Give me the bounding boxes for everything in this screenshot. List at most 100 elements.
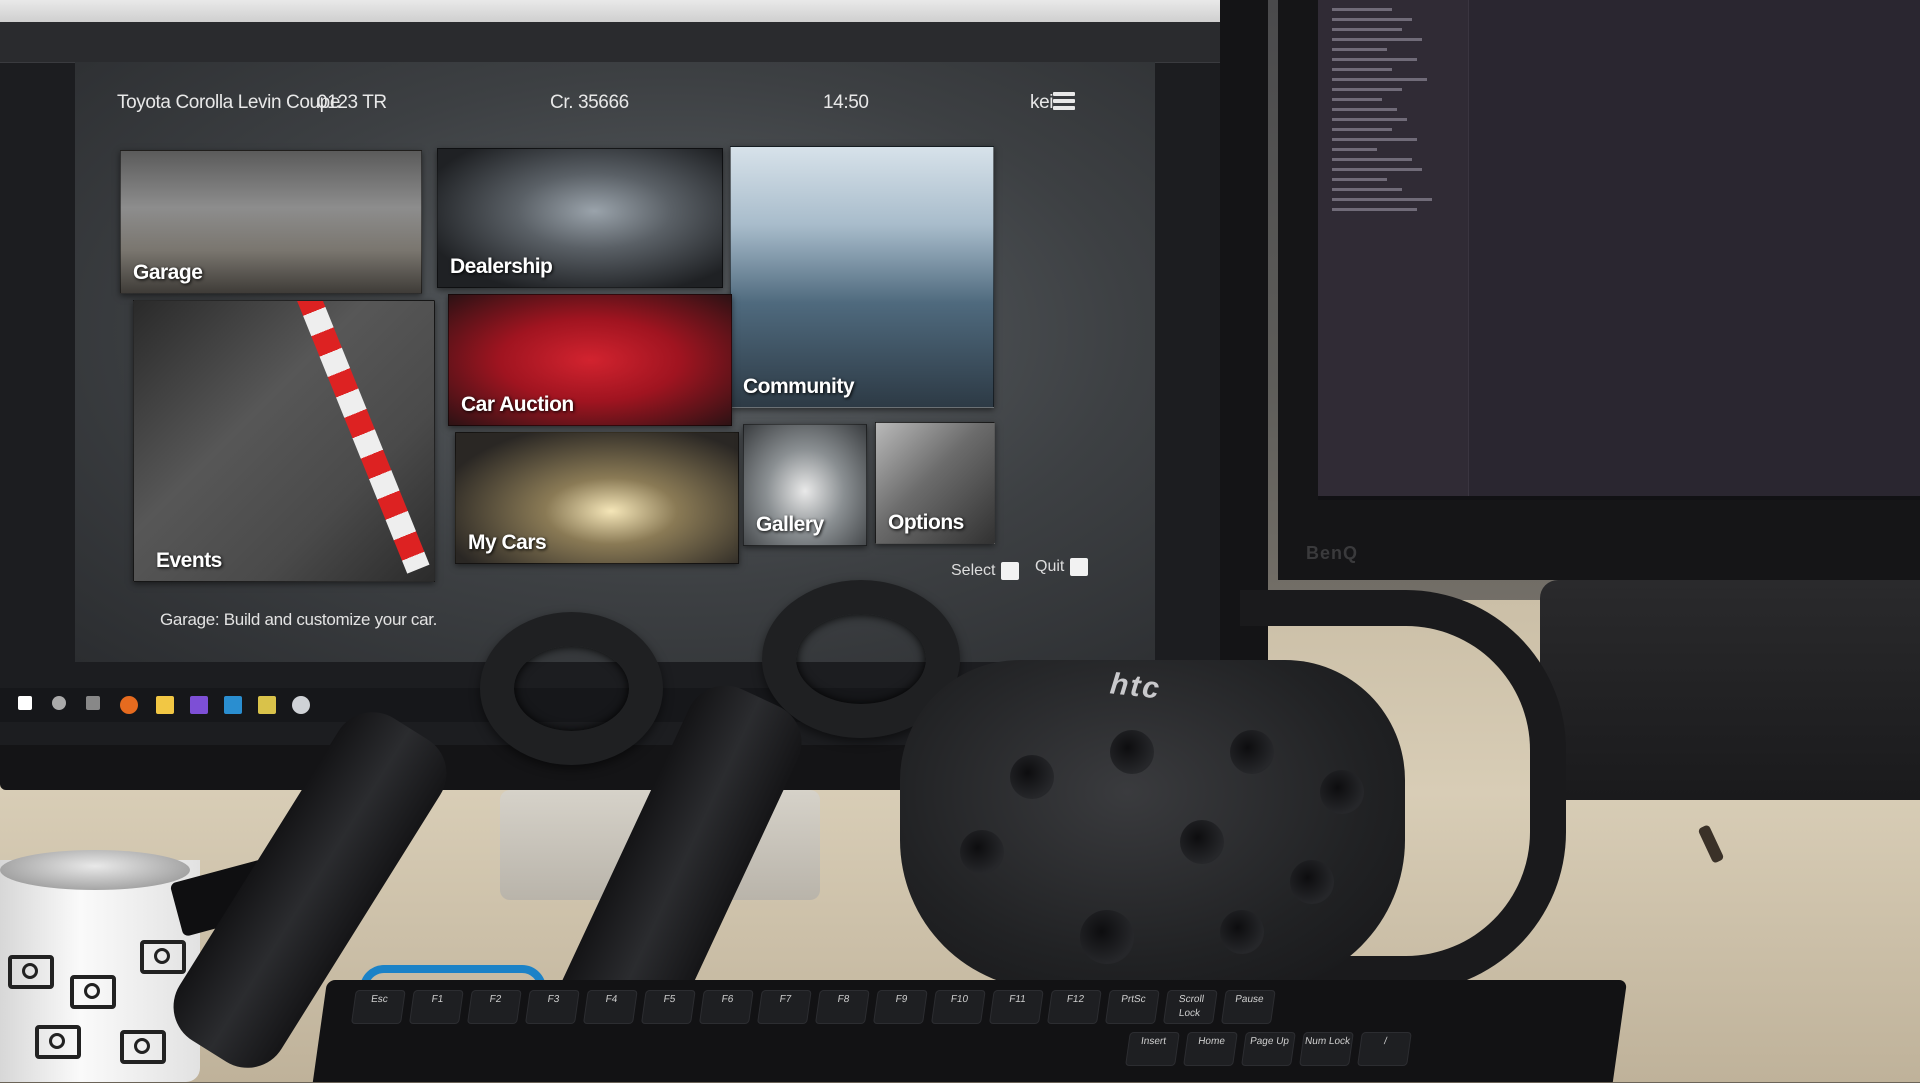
visual-studio-icon[interactable]: [190, 696, 208, 714]
tool-icon[interactable]: [258, 696, 276, 714]
user-name: kei: [1030, 92, 1054, 113]
quit-button[interactable]: Quit: [1035, 558, 1089, 576]
tree-item: [1332, 198, 1432, 201]
keyboard-key[interactable]: F10: [930, 990, 986, 1024]
sensor-dimple: [1320, 770, 1364, 814]
tree-item: [1332, 148, 1377, 151]
htc-logo: htc: [1108, 667, 1163, 706]
game-menu-view: Toyota Corolla Levin Coupe 0123 TR Cr. 3…: [75, 62, 1155, 662]
car-name: Toyota Corolla Levin Coupe: [117, 92, 341, 113]
tree-item: [1332, 18, 1412, 21]
folder-icon[interactable]: [156, 696, 174, 714]
tree-item: [1332, 128, 1392, 131]
keyboard-key[interactable]: Page Up: [1241, 1032, 1296, 1066]
tile-options[interactable]: Options: [875, 422, 995, 544]
tile-car-auction[interactable]: Car Auction: [448, 294, 732, 426]
tile-garage[interactable]: Garage: [120, 150, 422, 294]
keyboard-key[interactable]: Esc: [350, 990, 406, 1024]
tree-item: [1332, 108, 1397, 111]
sensor-dimple: [1290, 860, 1334, 904]
tree-item: [1332, 58, 1417, 61]
tree-item: [1332, 188, 1402, 191]
keyboard-key[interactable]: Insert: [1125, 1032, 1180, 1066]
monitor-brand-label: BenQ: [1306, 543, 1359, 563]
keyboard-key[interactable]: F6: [698, 990, 754, 1024]
editor-title-bar: [0, 0, 1220, 22]
keyboard-key[interactable]: Pause: [1220, 990, 1276, 1024]
editor-toolbar: [0, 22, 1220, 63]
mug-rim: [0, 850, 190, 890]
tile-label-car-auction: Car Auction: [461, 393, 574, 416]
keyboard-key[interactable]: F2: [466, 990, 522, 1024]
tile-label-events: Events: [156, 549, 222, 572]
tree-item: [1332, 178, 1387, 181]
camera-print-icon: [35, 1025, 81, 1059]
secondary-monitor-stand: [1540, 580, 1920, 800]
tree-item: [1332, 138, 1417, 141]
tree-item: [1332, 118, 1407, 121]
keyboard-key[interactable]: F9: [872, 990, 928, 1024]
secondary-taskbar: [1318, 496, 1920, 500]
tile-my-cars[interactable]: My Cars: [455, 432, 739, 564]
tree-item: [1332, 208, 1417, 211]
track-curb-graphic: [294, 301, 430, 574]
tile-label-options: Options: [888, 511, 964, 534]
camera-print-icon: [140, 940, 186, 974]
vr-controller-left-ring: [480, 612, 663, 765]
camera-print-icon: [8, 955, 54, 989]
select-button[interactable]: Select: [951, 562, 1020, 580]
keyboard-key[interactable]: F11: [988, 990, 1044, 1024]
camera-lens: [1080, 910, 1134, 964]
keyboard-key[interactable]: Scroll Lock: [1162, 990, 1218, 1024]
unity-icon[interactable]: [292, 696, 310, 714]
license-plate: 0123 TR: [317, 92, 387, 113]
keyboard-key[interactable]: F8: [814, 990, 870, 1024]
keyboard-key[interactable]: Home: [1183, 1032, 1238, 1066]
tile-label-dealership: Dealership: [450, 255, 553, 278]
sensor-dimple: [1010, 755, 1054, 799]
tree-item: [1332, 8, 1392, 11]
keyboard-key[interactable]: Num Lock: [1299, 1032, 1354, 1066]
tile-label-gallery: Gallery: [756, 513, 824, 536]
quit-key-icon: [1070, 558, 1089, 576]
tile-label-community: Community: [743, 375, 855, 398]
tile-events[interactable]: Events: [133, 300, 435, 582]
credits-display: Cr. 35666: [550, 92, 629, 113]
tree-item: [1332, 88, 1402, 91]
camera-print-icon: [70, 975, 116, 1009]
task-view-icon[interactable]: [86, 696, 100, 710]
secondary-monitor: [1278, 0, 1920, 580]
camera-print-icon: [120, 1030, 166, 1064]
sensor-dimple: [1230, 730, 1274, 774]
keyboard-key[interactable]: F7: [756, 990, 812, 1024]
tree-item: [1332, 168, 1422, 171]
tree-item: [1332, 28, 1402, 31]
tree-item: [1332, 48, 1387, 51]
sensor-dimple: [960, 830, 1004, 874]
browser-icon[interactable]: [120, 696, 138, 714]
tile-community[interactable]: Community: [730, 146, 994, 408]
tree-item: [1332, 158, 1412, 161]
keyboard-key[interactable]: F12: [1046, 990, 1102, 1024]
tree-item: [1332, 78, 1427, 81]
photoshop-icon[interactable]: [224, 696, 242, 714]
clock-time: 14:50: [823, 92, 869, 113]
tree-item: [1332, 38, 1422, 41]
project-tree-panel: [1318, 0, 1469, 500]
keyboard: Esc F1 F2 F3 F4 F5 F6 F7 F8 F9 F10 F11 F12 PrtSc Scrol…: [312, 980, 1628, 1082]
menu-icon[interactable]: [1053, 92, 1075, 112]
keyboard-key[interactable]: PrtSc: [1104, 990, 1160, 1024]
keyboard-key[interactable]: /: [1357, 1032, 1412, 1066]
keyboard-key[interactable]: F5: [640, 990, 696, 1024]
tile-dealership[interactable]: Dealership: [437, 148, 723, 288]
coffee-mug: [0, 860, 200, 1082]
start-icon[interactable]: [18, 696, 32, 710]
tile-gallery[interactable]: Gallery: [743, 424, 867, 546]
keyboard-key[interactable]: F3: [524, 990, 580, 1024]
tree-item: [1332, 98, 1382, 101]
keyboard-key[interactable]: F4: [582, 990, 638, 1024]
vr-headset: [900, 660, 1405, 990]
select-key-icon: [1001, 562, 1020, 580]
keyboard-key[interactable]: F1: [408, 990, 464, 1024]
search-icon[interactable]: [52, 696, 66, 710]
